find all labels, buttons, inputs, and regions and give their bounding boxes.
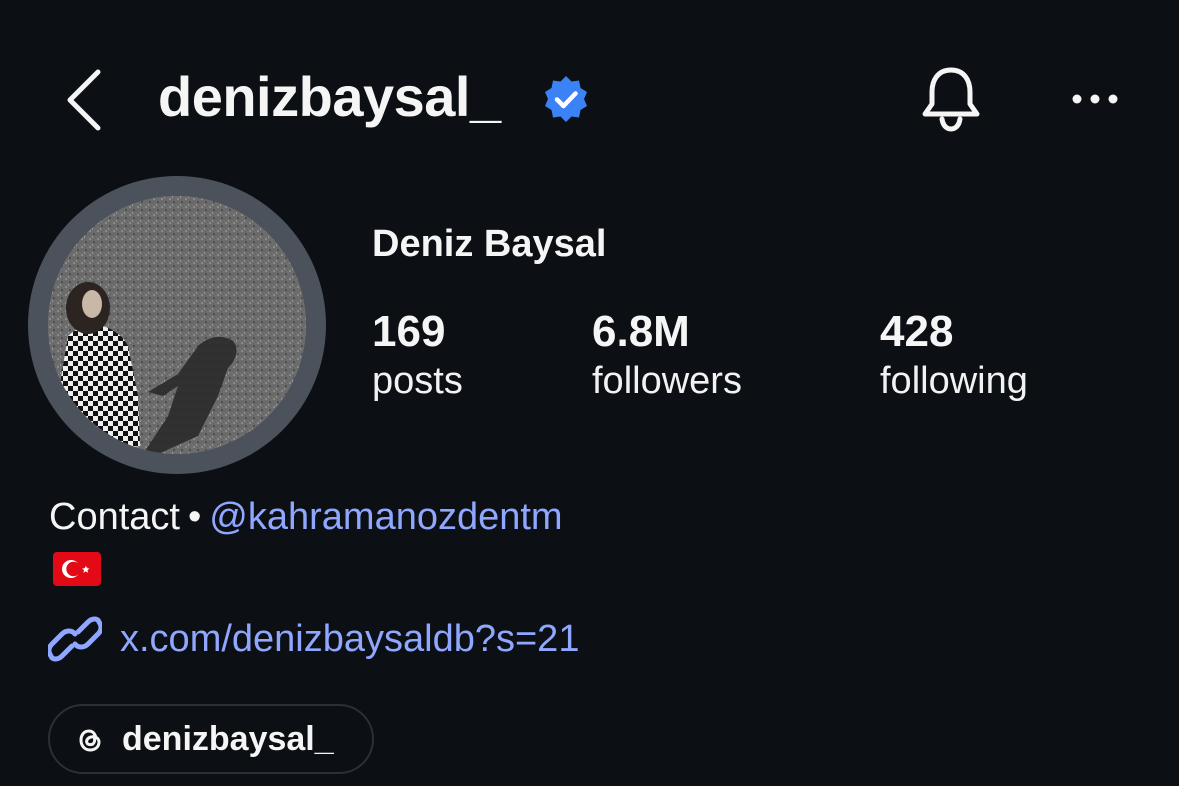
- followers-stat[interactable]: 6.8M followers: [592, 306, 742, 404]
- bio-separator: •: [187, 496, 202, 538]
- avatar-photo: [48, 196, 306, 454]
- profile-page: denizbaysal_ Deniz Baysal 169 posts 6.8M…: [0, 0, 1179, 786]
- turkey-flag-icon: [53, 552, 101, 586]
- more-icon: [1072, 94, 1118, 104]
- back-button[interactable]: [62, 66, 106, 132]
- bio-contact-line: Contact • @kahramanozdentm: [49, 494, 563, 540]
- profile-username-title: denizbaysal_: [158, 65, 501, 128]
- more-options-button[interactable]: [1068, 84, 1122, 114]
- back-arrow-icon: [67, 69, 101, 131]
- posts-count: 169: [372, 307, 446, 356]
- followers-count: 6.8M: [592, 307, 690, 356]
- threads-handle: denizbaysal_: [122, 720, 334, 758]
- posts-label: posts: [372, 360, 463, 402]
- notifications-button[interactable]: [918, 64, 984, 134]
- following-label: following: [880, 360, 1028, 402]
- threads-icon: [79, 729, 101, 752]
- avatar[interactable]: [48, 196, 306, 454]
- threads-profile-button[interactable]: denizbaysal_: [48, 704, 374, 774]
- link-icon: [48, 616, 102, 662]
- contact-label: Contact: [49, 496, 180, 538]
- followers-label: followers: [592, 360, 742, 402]
- posts-stat[interactable]: 169 posts: [372, 306, 463, 404]
- contact-mention-link[interactable]: @kahramanozdentm: [209, 496, 562, 538]
- bell-icon: [922, 67, 980, 132]
- bio-link-text: x.com/denizbaysaldb?s=21: [120, 618, 580, 660]
- profile-full-name: Deniz Baysal: [372, 223, 607, 265]
- following-count: 428: [880, 307, 954, 356]
- following-stat[interactable]: 428 following: [880, 306, 1028, 404]
- verified-badge-icon: [545, 76, 587, 122]
